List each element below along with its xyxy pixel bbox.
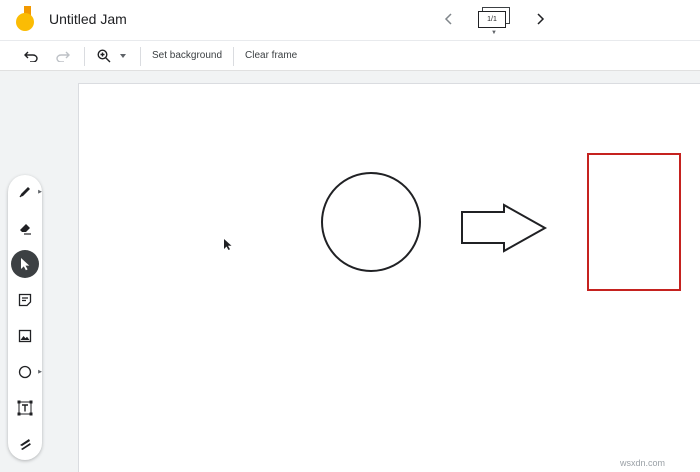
- undo-button[interactable]: [22, 47, 40, 65]
- top-bar: Untitled Jam 1/1 ▼: [0, 0, 700, 40]
- image-tool[interactable]: [11, 322, 39, 350]
- tool-palette: ▶ ▶: [8, 175, 42, 460]
- jamboard-app: Untitled Jam 1/1 ▼ Set background Clear …: [0, 0, 700, 472]
- frame-indicator: 1/1: [478, 11, 506, 28]
- next-frame-button[interactable]: [531, 9, 549, 29]
- frame-bar-toggle[interactable]: 1/1 ▼: [475, 7, 513, 36]
- redo-icon: [56, 51, 70, 62]
- more-options-icon: ▶: [38, 369, 42, 375]
- pen-icon: [19, 187, 30, 198]
- undo-icon: [24, 51, 38, 62]
- shape-tool[interactable]: ▶: [11, 358, 42, 386]
- drawing-layer: [224, 153, 681, 291]
- clear-frame-button[interactable]: Clear frame: [245, 50, 297, 61]
- zoom-dropdown-button[interactable]: [118, 47, 128, 65]
- cursor-icon: [21, 258, 30, 271]
- whiteboard-canvas[interactable]: [78, 83, 700, 472]
- mouse-cursor-icon: [224, 239, 232, 250]
- caret-down-icon: [120, 54, 126, 58]
- laser-icon: [20, 439, 31, 450]
- arrow-shape[interactable]: [461, 203, 548, 253]
- edit-toolbar: Set background Clear frame: [0, 40, 700, 71]
- set-background-button[interactable]: Set background: [152, 50, 222, 61]
- laser-tool[interactable]: [11, 430, 39, 458]
- eraser-tool[interactable]: [11, 214, 39, 242]
- frame-count: 1/1: [487, 16, 497, 23]
- circle-shape[interactable]: [321, 172, 421, 272]
- toolbar-divider: [84, 47, 85, 66]
- toolbar-divider: [140, 47, 141, 66]
- jam-title[interactable]: Untitled Jam: [49, 11, 127, 27]
- toolbar-divider: [233, 47, 234, 66]
- chevron-right-icon: [537, 13, 545, 25]
- previous-frame-button[interactable]: [440, 9, 458, 29]
- eraser-icon: [20, 224, 31, 235]
- select-tool[interactable]: [11, 250, 39, 278]
- image-icon: [18, 329, 32, 343]
- zoom-button[interactable]: [95, 47, 113, 65]
- caret-down-icon: ▼: [491, 30, 497, 36]
- more-options-icon: ▶: [38, 189, 42, 195]
- chevron-left-icon: [444, 13, 452, 25]
- watermark: wsxdn.com: [620, 458, 666, 468]
- jamboard-logo-icon[interactable]: [16, 6, 36, 32]
- pen-tool[interactable]: ▶: [11, 178, 42, 206]
- zoom-in-icon: [97, 49, 111, 63]
- sticky-note-tool[interactable]: [11, 286, 39, 314]
- text-box-tool[interactable]: [11, 394, 39, 422]
- redo-button[interactable]: [54, 47, 72, 65]
- text-box-icon: [17, 400, 33, 416]
- sticky-note-icon: [18, 293, 32, 307]
- rectangle-shape[interactable]: [587, 153, 681, 291]
- circle-icon: [18, 365, 32, 379]
